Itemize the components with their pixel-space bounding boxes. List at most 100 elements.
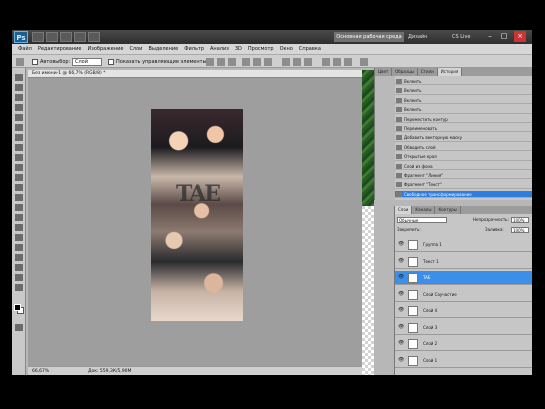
distribute-bottom-icon[interactable]	[304, 58, 312, 66]
zoom-level-icon[interactable]	[60, 32, 72, 42]
layer-row[interactable]: 👁 TAE	[395, 271, 532, 285]
quick-select-tool-icon[interactable]	[15, 104, 23, 111]
history-item[interactable]: Переместить контур	[395, 116, 532, 123]
cs-live-button[interactable]: CS Live	[452, 32, 470, 42]
eyedropper-tool-icon[interactable]	[15, 124, 23, 131]
eraser-tool-icon[interactable]	[15, 174, 23, 181]
foreground-color-swatch[interactable]	[14, 304, 21, 311]
history-item[interactable]: Вклеить	[395, 87, 532, 95]
align-top-icon[interactable]	[206, 58, 214, 66]
visibility-eye-icon[interactable]: 👁	[398, 308, 404, 313]
menu-edit[interactable]: Редактирование	[38, 44, 82, 54]
menu-filter[interactable]: Фильтр	[184, 44, 204, 54]
history-item[interactable]: Вклеить	[395, 78, 532, 86]
menu-select[interactable]: Выделение	[148, 44, 178, 54]
history-item[interactable]: Добавить векторную маску	[395, 134, 532, 142]
design-workspace-link[interactable]: Дизайн	[408, 32, 427, 42]
fill-field[interactable]: 100%	[511, 227, 529, 233]
bridge-icon[interactable]	[32, 32, 44, 42]
shape-tool-icon[interactable]	[15, 244, 23, 251]
align-middle-icon[interactable]	[217, 58, 225, 66]
workspace-button[interactable]: Основная рабочая среда	[334, 32, 404, 42]
menu-3d[interactable]: 3D	[235, 44, 242, 54]
tab-paths[interactable]: Контуры	[435, 206, 461, 214]
arrange-documents-icon[interactable]	[88, 32, 100, 42]
layer-row[interactable]: 👁 Слой 4	[395, 304, 532, 318]
layer-row[interactable]: 👁 Слой 3	[395, 321, 532, 335]
brush-tool-icon[interactable]	[15, 144, 23, 151]
distribute-left-icon[interactable]	[322, 58, 330, 66]
close-button[interactable]: ×	[514, 31, 526, 42]
document-tab[interactable]: Без имени-1 @ 66,7% (RGB/8) *	[28, 70, 362, 78]
canvas-area[interactable]: TAE	[28, 78, 362, 366]
crop-tool-icon[interactable]	[15, 114, 23, 121]
menu-file[interactable]: Файл	[18, 44, 32, 54]
show-transform-checkbox[interactable]	[108, 59, 114, 65]
tab-styles[interactable]: Стили	[418, 68, 438, 76]
layer-row[interactable]: 👁 Слой 1	[395, 354, 532, 368]
dodge-tool-icon[interactable]	[15, 204, 23, 211]
menu-image[interactable]: Изображение	[87, 44, 123, 54]
menu-help[interactable]: Справка	[299, 44, 321, 54]
layer-row[interactable]: 👁 Слой Соучастие	[395, 288, 532, 302]
visibility-eye-icon[interactable]: 👁	[398, 291, 404, 297]
layer-row[interactable]: 👁 Группа 1	[395, 238, 532, 252]
history-item[interactable]: Фрагмент "Текст"	[395, 181, 532, 189]
distribute-center-icon[interactable]	[333, 58, 341, 66]
visibility-eye-icon[interactable]: 👁	[398, 258, 404, 264]
tab-swatches[interactable]: Образцы	[392, 68, 418, 76]
history-item[interactable]: Свободное трансформирование	[395, 190, 532, 199]
layer-row[interactable]: 👁 Слой 2	[395, 337, 532, 351]
history-item[interactable]: Слой из фона	[395, 163, 532, 170]
minimize-button[interactable]: –	[484, 31, 496, 42]
menu-view[interactable]: Просмотр	[248, 44, 274, 54]
lasso-tool-icon[interactable]	[15, 94, 23, 101]
visibility-eye-icon[interactable]: 👁	[398, 275, 404, 280]
history-item[interactable]: Обводить слой	[395, 144, 532, 152]
visibility-eye-icon[interactable]: 👁	[398, 324, 404, 330]
maximize-button[interactable]: □	[498, 31, 510, 42]
3d-rotate-tool-icon[interactable]	[15, 254, 23, 261]
menu-window[interactable]: Окно	[280, 44, 293, 54]
visibility-eye-icon[interactable]: 👁	[398, 357, 404, 363]
quick-mask-icon[interactable]	[15, 324, 23, 331]
move-tool-icon[interactable]	[15, 74, 23, 81]
align-center-icon[interactable]	[253, 58, 261, 66]
distribute-middle-icon[interactable]	[293, 58, 301, 66]
zoom-tool-icon[interactable]	[15, 284, 23, 291]
tab-channels[interactable]: Каналы	[412, 206, 436, 214]
align-bottom-icon[interactable]	[228, 58, 236, 66]
history-item[interactable]: Вклеить	[395, 97, 532, 105]
history-item[interactable]: Фрагмент "Линия"	[395, 172, 532, 180]
layer-row[interactable]: 👁 Текст 1	[395, 255, 532, 269]
autoselect-checkbox[interactable]	[32, 59, 38, 65]
distribute-right-icon[interactable]	[344, 58, 352, 66]
blend-mode-dropdown[interactable]: Обычные	[397, 217, 447, 223]
history-item[interactable]: Переименовать	[395, 125, 532, 133]
history-item[interactable]: Вклеить	[395, 106, 532, 114]
menu-analysis[interactable]: Анализ	[210, 44, 229, 54]
auto-align-icon[interactable]	[360, 58, 368, 66]
marquee-tool-icon[interactable]	[15, 84, 23, 91]
move-tool-icon[interactable]	[16, 58, 24, 66]
pen-tool-icon[interactable]	[15, 214, 23, 221]
minibridge-icon[interactable]	[46, 32, 58, 42]
path-selection-tool-icon[interactable]	[15, 234, 23, 241]
type-tool-icon[interactable]	[15, 224, 23, 231]
clone-stamp-tool-icon[interactable]	[15, 154, 23, 161]
hand-tool-icon[interactable]	[74, 32, 86, 42]
distribute-top-icon[interactable]	[282, 58, 290, 66]
opacity-field[interactable]: 100%	[511, 217, 529, 223]
3d-orbit-tool-icon[interactable]	[15, 264, 23, 271]
blur-tool-icon[interactable]	[15, 194, 23, 201]
hand-tool-icon[interactable]	[15, 274, 23, 281]
gradient-tool-icon[interactable]	[15, 184, 23, 191]
visibility-eye-icon[interactable]: 👁	[398, 242, 404, 247]
tab-layers[interactable]: Слои	[395, 206, 413, 214]
visibility-eye-icon[interactable]: 👁	[398, 341, 404, 346]
menu-layers[interactable]: Слои	[129, 44, 142, 54]
align-left-icon[interactable]	[242, 58, 250, 66]
history-brush-tool-icon[interactable]	[15, 164, 23, 171]
zoom-level[interactable]: 66,67%	[32, 367, 49, 375]
align-right-icon[interactable]	[264, 58, 272, 66]
